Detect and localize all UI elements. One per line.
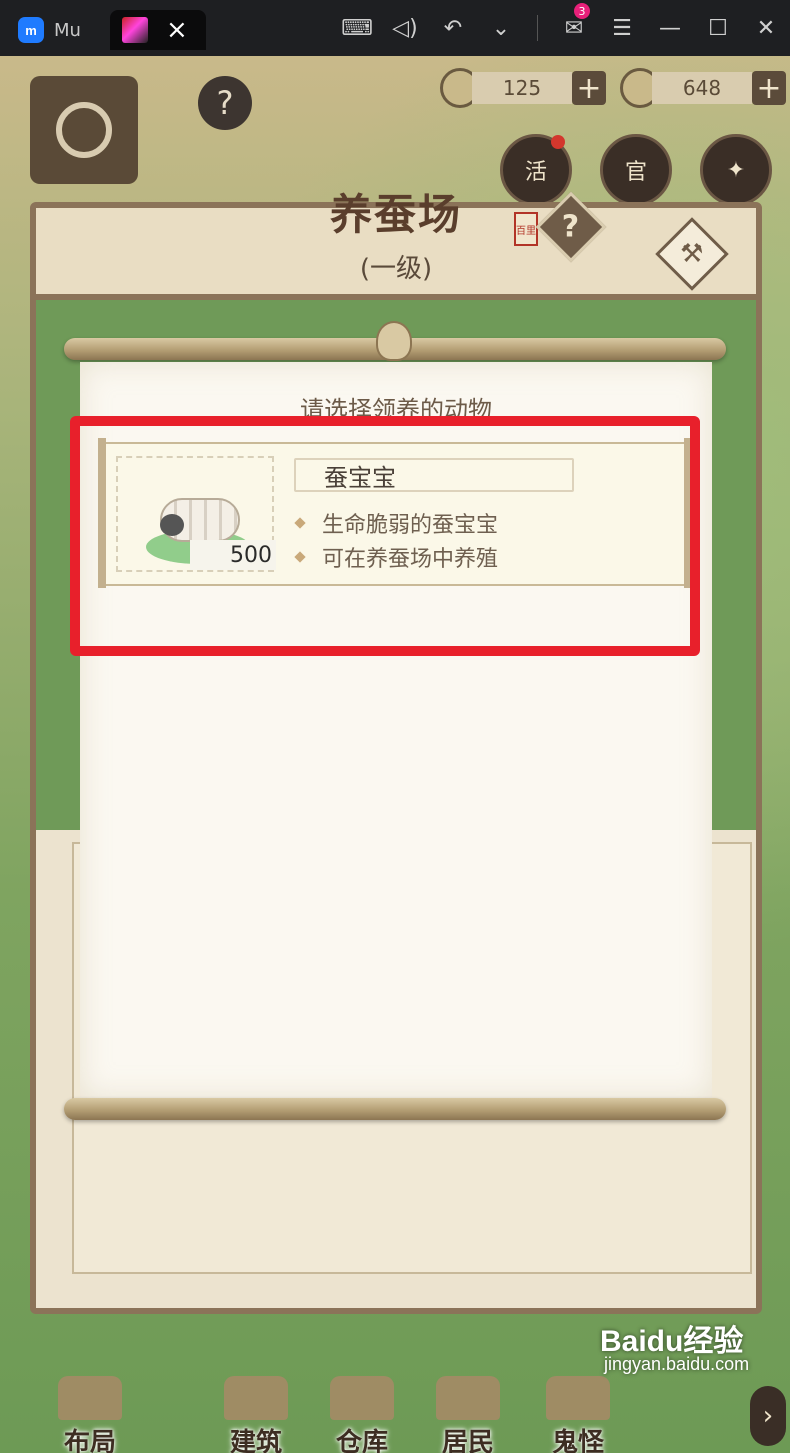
emulator-titlebar: m Mu × ⌨ ◁) ↶ ⌄ ✉ 3 ☰ — ☐ ✕ bbox=[0, 0, 790, 56]
highlight-box bbox=[70, 416, 700, 656]
weather-sun-icon[interactable] bbox=[30, 76, 138, 184]
panel-level: (一级) bbox=[359, 254, 433, 284]
dock-next-arrow-icon[interactable]: › bbox=[750, 1386, 786, 1446]
dock-item-residents[interactable]: 居民 bbox=[418, 1376, 518, 1453]
activity-alert-dot bbox=[551, 135, 565, 149]
scroll-knot-icon bbox=[376, 321, 412, 361]
toolbar-separator bbox=[537, 15, 538, 41]
scroll-bottom-rod bbox=[64, 1098, 726, 1120]
window-close-icon[interactable]: ✕ bbox=[742, 0, 790, 56]
keyboard-icon[interactable]: ⌨ bbox=[333, 0, 381, 56]
ghost-icon bbox=[546, 1376, 610, 1420]
dock-item-warehouse[interactable]: 仓库 bbox=[312, 1376, 412, 1453]
baidu-watermark-url: jingyan.baidu.com bbox=[604, 1354, 750, 1374]
dock-item-layout[interactable]: 布局 bbox=[40, 1376, 140, 1453]
minimize-icon[interactable]: — bbox=[646, 0, 694, 56]
dock-label: 仓库 bbox=[335, 1428, 388, 1453]
build-icon bbox=[224, 1376, 288, 1420]
game-thumbnail-icon bbox=[122, 17, 148, 43]
game-viewport: ? 125 + 648 + 活 官 ✦ 养蚕场 百里 (一级) ? ⚒ 请选择领… bbox=[0, 56, 790, 1453]
official-label: 官 bbox=[624, 160, 647, 185]
menu-icon[interactable]: ☰ bbox=[598, 0, 646, 56]
coin-value: 648 bbox=[652, 72, 752, 104]
help-icon: ? bbox=[562, 209, 580, 245]
silver-counter: 125 + bbox=[440, 68, 606, 108]
volume-icon[interactable]: ◁) bbox=[381, 0, 429, 56]
event-button[interactable]: ✦ bbox=[700, 134, 772, 206]
dock-item-ghosts[interactable]: 鬼怪 bbox=[528, 1376, 628, 1453]
maximize-icon[interactable]: ☐ bbox=[694, 0, 742, 56]
panel-title: 养蚕场 bbox=[329, 189, 462, 239]
coin-counter: 648 + bbox=[620, 68, 786, 108]
hammer-icon: ⚒ bbox=[680, 239, 704, 269]
layout-icon bbox=[58, 1376, 122, 1420]
game-tab[interactable]: × bbox=[110, 10, 206, 50]
panel-title-plate: 养蚕场 bbox=[246, 178, 546, 244]
add-coin-button[interactable]: + bbox=[752, 71, 786, 106]
event-icon: ✦ bbox=[726, 157, 746, 183]
dock-item-build[interactable]: 建筑 bbox=[206, 1376, 306, 1453]
panel-header: 养蚕场 百里 (一级) ? ⚒ bbox=[36, 190, 756, 300]
app-logo-icon: m bbox=[18, 17, 44, 43]
app-home-tab[interactable]: m Mu bbox=[18, 14, 81, 46]
dock-label: 鬼怪 bbox=[551, 1428, 604, 1453]
hud-help-button[interactable]: ? bbox=[198, 76, 252, 130]
dock-label: 建筑 bbox=[229, 1428, 282, 1453]
official-button[interactable]: 官 bbox=[600, 134, 672, 206]
chevron-down-icon[interactable]: ⌄ bbox=[477, 0, 525, 56]
undo-icon[interactable]: ↶ bbox=[429, 0, 477, 56]
silver-value: 125 bbox=[472, 72, 572, 104]
tab-close-icon[interactable]: × bbox=[166, 17, 188, 43]
residents-icon bbox=[436, 1376, 500, 1420]
panel-seal: 百里 bbox=[514, 212, 538, 246]
mail-icon[interactable]: ✉ 3 bbox=[550, 0, 598, 56]
dock-label: 布局 bbox=[63, 1428, 116, 1453]
add-silver-button[interactable]: + bbox=[572, 71, 606, 106]
dock-label: 居民 bbox=[441, 1428, 494, 1453]
app-name: Mu bbox=[54, 19, 81, 41]
notification-badge: 3 bbox=[574, 3, 590, 19]
warehouse-icon bbox=[330, 1376, 394, 1420]
